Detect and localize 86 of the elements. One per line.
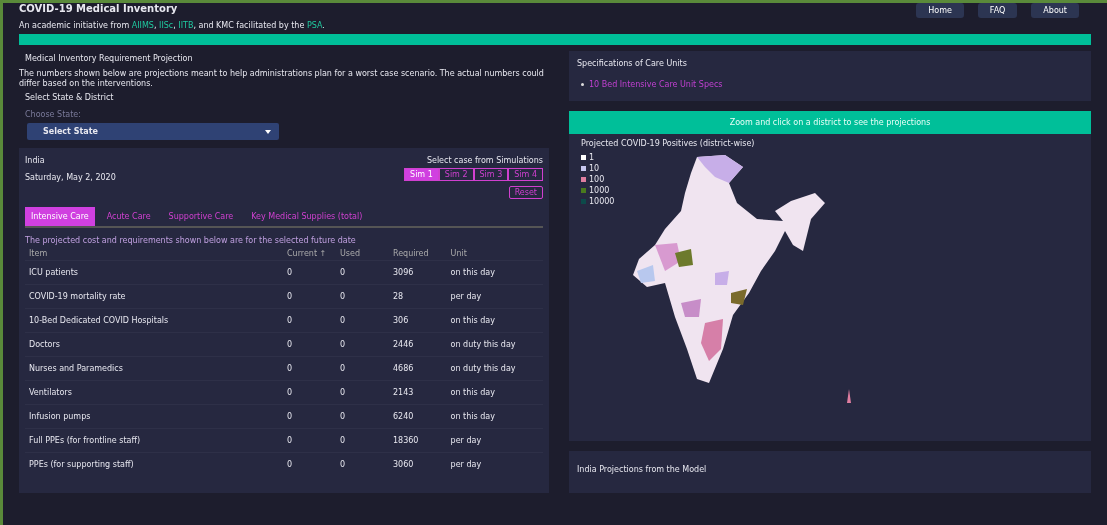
panel-title: India Projections from the Model	[577, 465, 707, 474]
table-cell: 0	[336, 428, 389, 453]
region-name: India	[25, 156, 46, 165]
table-cell: 10-Bed Dedicated COVID Hospitals	[25, 308, 283, 333]
section-title: Medical Inventory Requirement Projection	[24, 53, 194, 63]
table-cell: 0	[336, 308, 389, 333]
table-cell: on this day	[446, 308, 543, 333]
table-cell: Full PPEs (for frontline staff)	[25, 428, 283, 453]
table-cell: Doctors	[25, 332, 283, 357]
table-cell: 6240	[389, 404, 447, 429]
table-cell: Nurses and Paramedics	[25, 356, 283, 381]
table-cell: 0	[283, 380, 336, 405]
bullet-icon	[581, 83, 584, 86]
table-cell: 0	[336, 356, 389, 381]
select-heading: Select State & District	[24, 93, 115, 102]
table-cell: 0	[336, 404, 389, 429]
column-header[interactable]: Unit	[446, 247, 543, 261]
table-cell: PPEs (for supporting staff)	[25, 452, 283, 476]
column-header[interactable]: Used	[336, 247, 389, 261]
legend-label: 1000	[589, 186, 610, 195]
nav-button[interactable]: About	[1031, 3, 1079, 18]
nav-button[interactable]: FAQ	[977, 3, 1018, 18]
subtitle-link[interactable]: AIIMS	[131, 21, 154, 30]
legend-label: 100	[589, 175, 605, 184]
table-cell: 0	[283, 308, 336, 333]
map-title: Projected COVID-19 Positives (district-wise)	[581, 139, 756, 148]
simulation-button[interactable]: Sim 2	[438, 168, 474, 181]
tab[interactable]: Supportive Care	[162, 207, 240, 226]
table-note: The projected cost and requirements shown below are for the selected future date	[25, 236, 357, 245]
simulation-button[interactable]: Sim 1	[404, 168, 439, 181]
panel-title: Specifications of Care Units	[577, 59, 688, 68]
reset-button[interactable]: Reset	[508, 186, 543, 199]
specs-link[interactable]: 10 Bed Intensive Care Unit Specs	[589, 80, 723, 89]
nav-button[interactable]: Home	[916, 3, 964, 18]
table-cell: on this day	[446, 380, 543, 405]
table-cell: 4686	[389, 356, 447, 381]
table-cell: 2446	[389, 332, 447, 357]
legend-label: 10	[589, 164, 600, 173]
table-cell: 306	[389, 308, 447, 333]
table-cell: 2143	[389, 380, 447, 405]
table-cell: COVID-19 mortality rate	[25, 284, 283, 309]
table-cell: 0	[283, 284, 336, 309]
table-cell: ICU patients	[25, 260, 283, 285]
tab[interactable]: Key Medical Supplies (total)	[245, 207, 369, 226]
table-cell: per day	[446, 452, 543, 476]
table-cell: 3096	[389, 260, 447, 285]
table-cell: 3060	[389, 452, 447, 476]
app-title: COVID-19 Medical Inventory	[19, 3, 179, 15]
state-dropdown[interactable]: Select State	[27, 123, 279, 140]
table-cell: 28	[389, 284, 447, 309]
field-label: Choose State:	[24, 110, 82, 119]
table-cell: 18360	[389, 428, 447, 453]
simulation-button[interactable]: Sim 4	[508, 168, 543, 181]
column-header[interactable]: Item	[25, 247, 283, 261]
table-cell: 0	[336, 284, 389, 309]
column-header[interactable]: Current ↑	[283, 247, 336, 261]
caret-icon	[265, 129, 271, 134]
date-text: Saturday, May 2, 2020	[25, 173, 116, 182]
tab[interactable]: Acute Care	[100, 207, 157, 226]
description-text: The numbers shown below are projections meant to help administrations plan for a worst case scenario. The actual numbers could differ based on the interventions.	[19, 69, 545, 89]
table-cell: on this day	[446, 260, 543, 285]
table-cell: 0	[283, 260, 336, 285]
table-cell: 0	[336, 260, 389, 285]
table-cell: 0	[283, 404, 336, 429]
table-cell: 0	[336, 452, 389, 476]
table-cell: 0	[283, 452, 336, 476]
table-cell: on duty this day	[446, 332, 543, 357]
legend-label: 10000	[589, 197, 615, 206]
table-cell: 0	[283, 332, 336, 357]
table-cell: 0	[336, 332, 389, 357]
table-cell: 0	[336, 380, 389, 405]
column-header[interactable]: Required	[389, 247, 447, 261]
tab[interactable]: Intensive Care	[25, 207, 95, 226]
table-cell: on this day	[446, 404, 543, 429]
table-cell: Ventilators	[25, 380, 283, 405]
table-cell: Infusion pumps	[25, 404, 283, 429]
table-cell: 0	[283, 428, 336, 453]
table-cell: per day	[446, 284, 543, 309]
table-cell: per day	[446, 428, 543, 453]
info-banner: Zoom and click on a district to see the projections	[569, 111, 1091, 134]
legend-label: 1	[589, 153, 595, 162]
simulation-button[interactable]: Sim 3	[473, 168, 509, 181]
table-cell: 0	[283, 356, 336, 381]
subtitle-text: An academic initiative from AIIMS, IISc, IITB, and KMC facilitated by the PSA.	[19, 21, 325, 30]
simulation-label: Select case from Simulations	[426, 156, 543, 165]
table-cell: on duty this day	[446, 356, 543, 381]
